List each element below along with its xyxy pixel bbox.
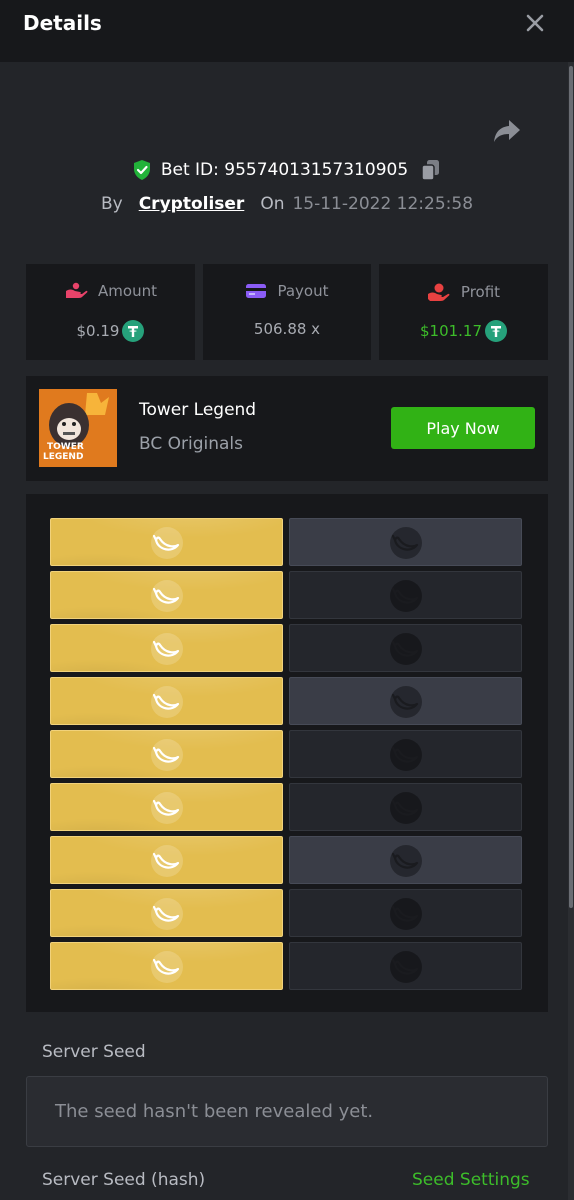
tile-revealed [50, 942, 283, 990]
bet-meta-row: By Cryptoliser On 15-11-2022 12:25:58 [0, 190, 574, 218]
banana-icon [151, 951, 183, 983]
tile-unrevealed [289, 571, 522, 619]
tether-coin-icon [122, 320, 145, 342]
amount-label: Amount [98, 282, 157, 300]
banana-icon [151, 792, 183, 824]
board-row [50, 518, 523, 566]
server-seed-value: The seed hasn't been revealed yet. [55, 1101, 374, 1122]
stat-card-payout: Payout 506.88 x [203, 264, 371, 360]
stat-card-amount: Amount $0.19 [26, 264, 195, 360]
tile-unrevealed [289, 518, 522, 566]
bet-id: Bet ID: 95574013157310905 [160, 160, 409, 180]
banana-icon [151, 633, 183, 665]
seed-settings-link[interactable]: Seed Settings [412, 1170, 530, 1190]
tile-revealed [50, 677, 283, 725]
banana-icon [390, 739, 422, 771]
share-button[interactable] [492, 117, 522, 145]
server-seed-hash-label: Server Seed (hash) [42, 1170, 206, 1190]
game-thumbnail[interactable]: TOWER LEGEND [39, 389, 117, 467]
by-label: By [100, 194, 123, 214]
board-row [50, 889, 523, 937]
modal-header: Details [0, 0, 574, 62]
tile-revealed [50, 624, 283, 672]
board-row [50, 836, 523, 884]
board-row [50, 783, 523, 831]
server-seed-box: The seed hasn't been revealed yet. [26, 1076, 548, 1147]
close-button[interactable] [522, 10, 548, 36]
banana-icon [151, 898, 183, 930]
copy-icon [421, 160, 440, 181]
user-link[interactable]: Cryptoliser [139, 194, 245, 214]
board-row [50, 942, 523, 990]
share-icon [494, 120, 520, 142]
payout-icon [246, 284, 267, 298]
board-row [50, 730, 523, 778]
banana-icon [390, 898, 422, 930]
tile-revealed [50, 730, 283, 778]
board-row [50, 624, 523, 672]
amount-icon [66, 282, 88, 298]
banana-icon [390, 527, 422, 559]
tile-revealed [50, 518, 283, 566]
bet-date: 15-11-2022 12:25:58 [292, 194, 474, 214]
banana-icon [390, 792, 422, 824]
tile-unrevealed [289, 624, 522, 672]
tile-unrevealed [289, 783, 522, 831]
banana-icon [390, 951, 422, 983]
bet-id-row: Bet ID: 95574013157310905 [0, 155, 574, 185]
tile-unrevealed [289, 889, 522, 937]
stat-card-profit: Profit $101.17 [379, 264, 548, 360]
shield-check-icon [133, 160, 150, 180]
svg-text:LEGEND: LEGEND [43, 452, 83, 462]
on-label: On [260, 194, 285, 214]
server-seed-label: Server Seed [42, 1042, 146, 1062]
amount-value: $0.19 [76, 322, 120, 340]
tile-revealed [50, 571, 283, 619]
tile-revealed [50, 889, 283, 937]
gorilla-logo-icon: TOWER LEGEND [39, 389, 117, 467]
game-provider[interactable]: BC Originals [139, 434, 243, 454]
tile-unrevealed [289, 942, 522, 990]
close-icon [526, 14, 544, 32]
board-row [50, 571, 523, 619]
profit-value: $101.17 [419, 322, 483, 340]
tile-unrevealed [289, 730, 522, 778]
banana-icon [151, 580, 183, 612]
copy-button[interactable] [420, 158, 442, 182]
tower-board [26, 494, 548, 1012]
payout-label: Payout [277, 282, 329, 300]
board-row [50, 677, 523, 725]
game-card: TOWER LEGEND Tower Legend BC Originals P… [26, 376, 548, 481]
tile-unrevealed [289, 836, 522, 884]
profit-label: Profit [460, 283, 501, 301]
banana-icon [390, 580, 422, 612]
modal-title: Details [23, 11, 102, 35]
profit-icon [427, 283, 450, 301]
banana-icon [390, 845, 422, 877]
banana-icon [390, 633, 422, 665]
tile-revealed [50, 783, 283, 831]
svg-text:TOWER: TOWER [47, 442, 84, 452]
banana-icon [151, 845, 183, 877]
banana-icon [390, 686, 422, 718]
play-now-button[interactable]: Play Now [391, 407, 535, 449]
banana-icon [151, 739, 183, 771]
tile-revealed [50, 836, 283, 884]
banana-icon [151, 527, 183, 559]
banana-icon [151, 686, 183, 718]
tile-unrevealed [289, 677, 522, 725]
tether-coin-icon [485, 320, 508, 342]
payout-value: 506.88 x [253, 320, 321, 338]
game-title: Tower Legend [139, 400, 257, 420]
